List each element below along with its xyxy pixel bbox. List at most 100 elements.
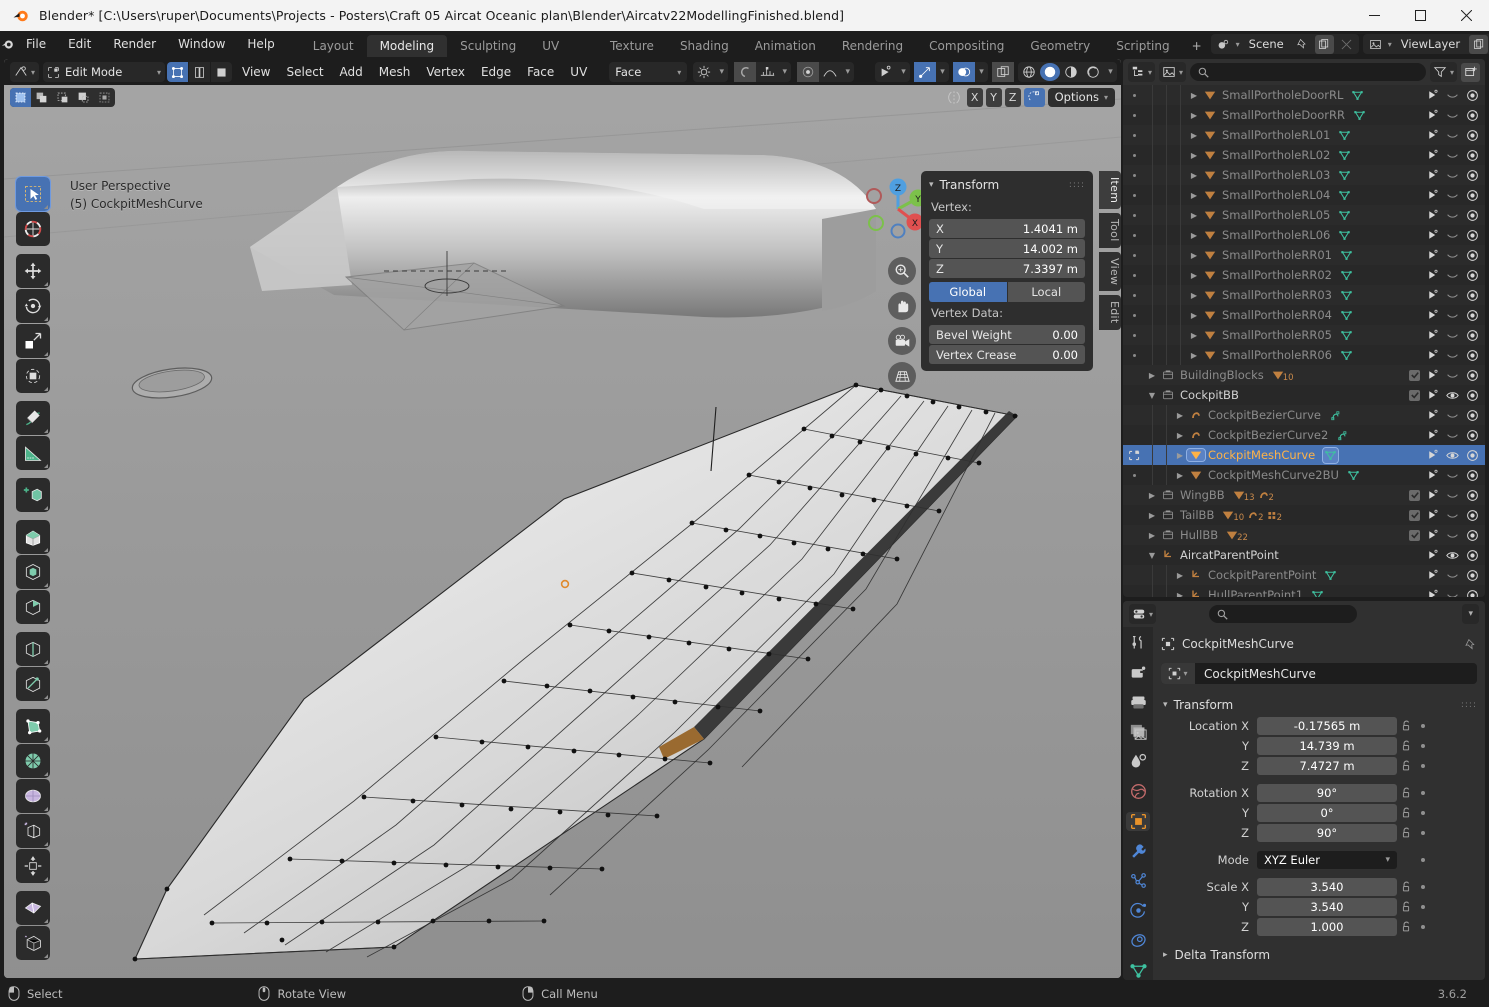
outliner-editor-type-selector[interactable]: ▾ bbox=[1128, 62, 1156, 82]
show-overlays-icon[interactable] bbox=[953, 62, 975, 82]
properties-tab-tool[interactable] bbox=[1126, 633, 1150, 653]
selectable-toggle[interactable] bbox=[1427, 109, 1439, 121]
property-value-field[interactable]: 3.540 bbox=[1257, 897, 1397, 916]
render-visibility-toggle[interactable] bbox=[1466, 489, 1479, 502]
outliner-search-input[interactable] bbox=[1190, 63, 1426, 81]
expand-triangle-icon[interactable]: ▶ bbox=[1187, 251, 1201, 260]
zoom-view-icon[interactable] bbox=[888, 257, 916, 285]
selectable-toggle[interactable] bbox=[1427, 409, 1439, 421]
render-visibility-toggle[interactable] bbox=[1466, 369, 1479, 382]
tool-loop-cut[interactable] bbox=[16, 632, 50, 666]
global-space-button[interactable]: Global bbox=[929, 282, 1007, 302]
viewport-menu-uv[interactable]: UV bbox=[562, 62, 595, 82]
render-visibility-toggle[interactable] bbox=[1466, 389, 1479, 402]
collection-checkbox[interactable] bbox=[1409, 489, 1420, 501]
tab-shading[interactable]: Shading bbox=[667, 35, 742, 57]
expand-triangle-icon[interactable]: ▶ bbox=[1187, 191, 1201, 200]
outliner-row[interactable]: ▼ CockpitBB bbox=[1123, 385, 1485, 405]
tool-transform[interactable] bbox=[16, 359, 50, 393]
tool-annotate[interactable] bbox=[16, 401, 50, 435]
outliner-row[interactable]: ▶ SmallPortholeRL05 bbox=[1123, 205, 1485, 225]
visibility-toggle[interactable] bbox=[1446, 109, 1459, 122]
visibility-toggle[interactable] bbox=[1446, 309, 1459, 322]
tool-measure[interactable] bbox=[16, 436, 50, 470]
render-visibility-toggle[interactable] bbox=[1466, 349, 1479, 362]
visibility-toggle[interactable] bbox=[1446, 129, 1459, 142]
outliner-row[interactable]: ▶ CockpitMeshCurve2BU bbox=[1123, 465, 1485, 485]
move-view-icon[interactable] bbox=[888, 292, 916, 320]
visibility-toggle[interactable] bbox=[1446, 349, 1459, 362]
selectable-toggle[interactable] bbox=[1427, 249, 1439, 261]
outliner-row[interactable]: ▶ CockpitParentPoint bbox=[1123, 565, 1485, 585]
render-visibility-toggle[interactable] bbox=[1466, 189, 1479, 202]
tool-inset-faces[interactable] bbox=[16, 555, 50, 589]
selectable-toggle[interactable] bbox=[1427, 489, 1439, 501]
visibility-toggle[interactable] bbox=[1446, 209, 1459, 222]
tab-layout[interactable]: Layout bbox=[300, 35, 367, 57]
outliner-row[interactable]: ▶ SmallPortholeRL06 bbox=[1123, 225, 1485, 245]
tab-geometry-nodes[interactable]: Geometry Nodes bbox=[1017, 35, 1103, 75]
expand-triangle-icon[interactable]: ▶ bbox=[1173, 431, 1187, 440]
object-data-icon[interactable] bbox=[1322, 446, 1340, 464]
render-visibility-toggle[interactable] bbox=[1466, 509, 1479, 522]
menu-edit[interactable]: Edit bbox=[57, 31, 102, 57]
visibility-toggle[interactable] bbox=[1446, 169, 1459, 182]
selectable-toggle[interactable] bbox=[1427, 129, 1439, 141]
toggle-xray-icon[interactable] bbox=[992, 62, 1014, 82]
lock-toggle[interactable] bbox=[1397, 759, 1415, 772]
pin-properties-icon[interactable] bbox=[1464, 638, 1477, 651]
outliner-row[interactable]: ▶ SmallPortholeRR01 bbox=[1123, 245, 1485, 265]
outliner-row[interactable]: ▶ SmallPortholeRL03 bbox=[1123, 165, 1485, 185]
visibility-toggle[interactable] bbox=[1446, 489, 1459, 502]
tab-sculpting[interactable]: Sculpting bbox=[447, 35, 529, 57]
outliner-row[interactable]: ▶ SmallPortholeRL04 bbox=[1123, 185, 1485, 205]
row-restrict-dot[interactable] bbox=[1123, 173, 1145, 177]
tool-shear[interactable] bbox=[16, 926, 50, 960]
expand-triangle-icon[interactable]: ▶ bbox=[1187, 331, 1201, 340]
bevel-weight-field[interactable]: Bevel Weight 0.00 bbox=[929, 325, 1085, 344]
visibility-toggle[interactable] bbox=[1446, 409, 1459, 422]
visibility-toggle[interactable] bbox=[1446, 189, 1459, 202]
lock-toggle[interactable] bbox=[1397, 739, 1415, 752]
properties-options-button[interactable]: ▾ bbox=[1462, 604, 1479, 624]
visibility-toggle[interactable] bbox=[1446, 429, 1459, 442]
select-difference-icon[interactable] bbox=[73, 88, 94, 107]
outliner-row[interactable]: ▶ SmallPortholeRR06 bbox=[1123, 345, 1485, 365]
remove-scene-icon[interactable] bbox=[1337, 35, 1356, 54]
face-select-mode-button[interactable] bbox=[211, 62, 233, 82]
row-restrict-dot[interactable] bbox=[1123, 473, 1145, 477]
selectable-toggle[interactable] bbox=[1427, 329, 1439, 341]
property-value-field[interactable]: -0.17565 m bbox=[1257, 716, 1397, 735]
selectable-toggle[interactable] bbox=[1427, 89, 1439, 101]
lock-toggle[interactable] bbox=[1397, 900, 1415, 913]
wireframe-shading-icon[interactable] bbox=[1018, 62, 1040, 82]
tool-smooth[interactable] bbox=[16, 779, 50, 813]
selectable-toggle[interactable] bbox=[1427, 269, 1439, 281]
outliner-row[interactable]: ▶ SmallPortholeRR03 bbox=[1123, 285, 1485, 305]
viewport-menu-vertex[interactable]: Vertex bbox=[418, 62, 473, 82]
select-subtract-icon[interactable] bbox=[52, 88, 73, 107]
tool-edge-slide[interactable] bbox=[16, 814, 50, 848]
selectable-toggle[interactable] bbox=[1427, 369, 1439, 381]
properties-tab-modifier[interactable] bbox=[1126, 841, 1150, 861]
row-restrict-dot[interactable] bbox=[1123, 213, 1145, 217]
expand-triangle-icon[interactable]: ▶ bbox=[1187, 111, 1201, 120]
row-restrict-dot[interactable] bbox=[1123, 113, 1145, 117]
lock-toggle[interactable] bbox=[1397, 719, 1415, 732]
tool-move[interactable] bbox=[16, 254, 50, 288]
new-viewlayer-icon[interactable] bbox=[1469, 34, 1489, 54]
falloff-curve-icon[interactable] bbox=[819, 62, 841, 82]
animate-property-button[interactable] bbox=[1415, 904, 1431, 909]
row-restrict-dot[interactable] bbox=[1123, 333, 1145, 337]
solid-shading-icon[interactable] bbox=[1040, 63, 1060, 81]
object-name-field[interactable]: ▾ CockpitMeshCurve bbox=[1161, 663, 1477, 684]
visibility-toggle[interactable] bbox=[1446, 369, 1459, 382]
snap-toggle-icon[interactable] bbox=[693, 62, 715, 82]
tab-texture-paint[interactable]: Texture Paint bbox=[597, 35, 667, 75]
expand-triangle-icon[interactable]: ▶ bbox=[1173, 471, 1187, 480]
outliner-row[interactable]: ▶ CockpitMeshCurve bbox=[1123, 445, 1485, 465]
visibility-toggle[interactable] bbox=[1446, 229, 1459, 242]
outliner-row[interactable]: ▶ SmallPortholeRL02 bbox=[1123, 145, 1485, 165]
n-tab-edit[interactable]: Edit bbox=[1099, 295, 1121, 330]
properties-tab-output[interactable] bbox=[1126, 693, 1150, 713]
